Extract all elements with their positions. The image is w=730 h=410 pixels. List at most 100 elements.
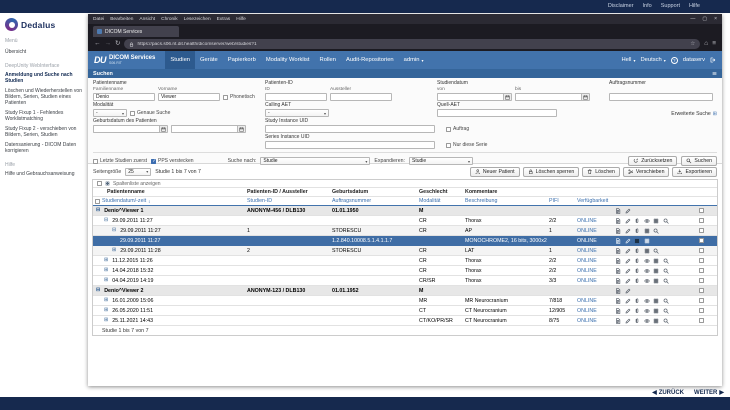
series-row[interactable]: ⊞ 29.09.2011 11:28 2 STORESCU CR LAT 1 ONLINE <box>93 246 717 256</box>
doc-icon[interactable] <box>615 317 621 324</box>
subheader-id-issuer[interactable]: Studien-ID <box>245 197 330 205</box>
edit-icon[interactable] <box>625 268 631 274</box>
subheader-accession[interactable]: Auftragsnummer <box>330 197 417 205</box>
doc-icon[interactable] <box>615 207 621 214</box>
expand-icon[interactable]: ⊞ <box>112 248 116 253</box>
sidebar-item-study-fixup-2-verschieben-von-[interactable]: Study Fixup 2 - verschieben von Bildern,… <box>5 124 84 140</box>
availability-link[interactable]: ONLINE <box>577 248 597 254</box>
sidebar-item-study-fixup-1-fehlendes-workli[interactable]: Study Fixup 1 - Fehlendes Worklistmatchi… <box>5 108 84 124</box>
availability-link[interactable]: ONLINE <box>577 218 597 224</box>
logout-icon[interactable] <box>710 57 716 63</box>
study-date-to-input[interactable] <box>515 93 581 101</box>
modality-select[interactable]: - ▾ <box>93 109 127 117</box>
expand-icon[interactable]: ⊞ <box>104 268 108 273</box>
row-checkbox[interactable] <box>699 208 704 213</box>
accession-number-input[interactable] <box>609 93 713 101</box>
grid-icon[interactable] <box>653 308 659 314</box>
grid-icon[interactable] <box>644 248 650 254</box>
clip-icon[interactable] <box>634 268 640 274</box>
clip-icon[interactable] <box>634 248 640 254</box>
nav-rollen[interactable]: Rollen <box>315 51 341 69</box>
eye-icon[interactable] <box>643 298 650 304</box>
study-row[interactable]: ⊞ 14.04.2018 15:32 CR Thorax 2/2 ONLINE <box>93 266 717 276</box>
family-name-input[interactable] <box>93 93 155 101</box>
browser-menu-hilfe[interactable]: Hilfe <box>236 17 246 22</box>
edit-icon[interactable] <box>625 228 631 234</box>
help-icon[interactable]: ? <box>670 56 678 64</box>
edit-icon[interactable] <box>625 298 631 304</box>
row-checkbox[interactable] <box>699 238 704 243</box>
exportieren-button[interactable]: Exportieren <box>672 166 717 177</box>
nav-audit-repositorien[interactable]: Audit-Repositorien <box>341 51 399 69</box>
search-icon[interactable] <box>663 278 669 284</box>
logout-icon[interactable] <box>710 57 716 63</box>
header-checkbox[interactable] <box>95 198 100 204</box>
issuer-input[interactable] <box>330 93 392 101</box>
calling-aet-select[interactable]: - ▾ <box>265 109 329 117</box>
top-link-info[interactable]: Info <box>643 3 652 9</box>
expand-icon[interactable]: ⊞ <box>104 308 108 313</box>
edit-icon[interactable] <box>625 248 631 254</box>
search-icon[interactable] <box>663 218 669 224</box>
sidebar-item-bersicht[interactable]: Übersicht <box>5 47 84 57</box>
sidebar-item-anmeldung-und-suche-nach-studi[interactable]: Anmeldung und Suche nach Studien <box>5 70 84 86</box>
given-name-input[interactable] <box>158 93 220 101</box>
calendar-button[interactable] <box>237 125 246 133</box>
patient-id-input[interactable] <box>265 93 327 101</box>
patient-row[interactable]: ⊟ Denio^Viewer 1 ANONYM-456 / DLB130 01.01.… <box>93 206 717 216</box>
eye-icon[interactable] <box>643 218 650 224</box>
doc-icon[interactable] <box>615 277 621 284</box>
close-button[interactable]: × <box>714 16 717 22</box>
collapse-icon[interactable]: ⊟ <box>96 288 100 293</box>
search-icon[interactable] <box>653 228 659 234</box>
sidebar-item-l-schen-und-wiederherstellen-v[interactable]: Löschen und Wiederherstellen von Bildern… <box>5 86 84 108</box>
doc-icon[interactable] <box>615 227 621 234</box>
select-all-checkbox[interactable] <box>97 181 102 186</box>
nav-ger-te[interactable]: Geräte <box>195 51 223 69</box>
study-row[interactable]: ⊟ 29.09.2011 11:27 CR Thorax 2/2 ONLINE <box>93 216 717 226</box>
clip-icon[interactable] <box>634 218 640 224</box>
clip-icon[interactable] <box>634 308 640 314</box>
expand-icon[interactable]: ⊞ <box>104 278 108 283</box>
header-accession[interactable]: Geburtsdatum <box>330 188 417 196</box>
doc-icon[interactable] <box>615 237 621 244</box>
availability-link[interactable]: ONLINE <box>577 238 597 244</box>
search-icon[interactable] <box>663 318 669 324</box>
instance-row[interactable]: 29.09.2011 11:27 1.2.840.10008.5.1.4.1.1.… <box>93 236 717 246</box>
grid-icon[interactable] <box>653 298 659 304</box>
availability-link[interactable]: ONLINE <box>577 258 597 264</box>
grid-icon[interactable] <box>653 268 659 274</box>
row-checkbox[interactable] <box>699 218 704 223</box>
top-link-support[interactable]: Support <box>661 3 680 9</box>
doc-icon[interactable] <box>615 257 621 264</box>
availability-link[interactable]: ONLINE <box>577 298 597 304</box>
row-checkbox[interactable] <box>699 268 704 273</box>
subheader-description[interactable]: Beschreibung <box>463 197 547 205</box>
collapse-icon[interactable]: ⊟ <box>96 208 100 213</box>
clip-icon[interactable] <box>634 258 640 264</box>
user-menu[interactable]: dataserv <box>683 57 705 63</box>
top-link-hilfe[interactable]: Hilfe <box>689 3 700 9</box>
availability-link[interactable]: ONLINE <box>577 308 597 314</box>
doc-icon[interactable] <box>615 297 621 304</box>
doc-icon[interactable] <box>615 217 621 224</box>
browser-menu-lesezeichen[interactable]: Lesezeichen <box>184 17 211 22</box>
sort-icon[interactable]: ↕ <box>148 199 150 204</box>
grid-icon[interactable] <box>653 318 659 324</box>
edit-icon[interactable] <box>625 318 631 324</box>
availability-link[interactable]: ONLINE <box>577 278 597 284</box>
reset-button[interactable]: Zurücksetzen <box>628 156 678 166</box>
birth-date-to-input[interactable] <box>171 125 237 133</box>
order-checkbox[interactable] <box>446 126 451 132</box>
search-icon[interactable] <box>663 258 669 264</box>
back-icon[interactable]: ← <box>94 40 101 48</box>
eye-icon[interactable] <box>643 258 650 264</box>
advanced-search-link[interactable]: Erweiterte Suche ⊞ <box>671 111 717 117</box>
language-select[interactable]: Deutsch ▾ <box>640 57 665 63</box>
study-uid-input[interactable] <box>265 125 435 133</box>
nav-admin[interactable]: admin ▾ <box>399 51 429 69</box>
row-checkbox[interactable] <box>699 228 704 233</box>
grid-icon[interactable] <box>653 218 659 224</box>
grid-icon[interactable] <box>644 228 650 234</box>
maximize-button[interactable]: ▢ <box>702 16 707 22</box>
